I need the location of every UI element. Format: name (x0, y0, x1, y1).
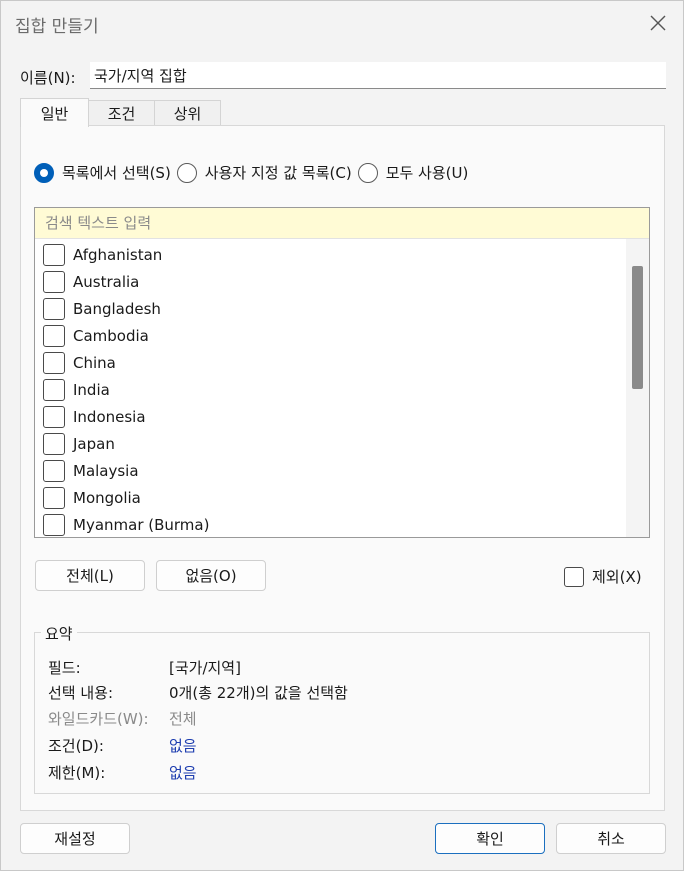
name-input[interactable] (90, 62, 666, 89)
item-checkbox[interactable] (43, 513, 65, 536)
item-label: Indonesia (73, 407, 146, 426)
list-item[interactable]: Bangladesh (43, 295, 623, 322)
item-checkbox[interactable] (43, 459, 65, 482)
item-checkbox[interactable] (43, 351, 65, 374)
radio-label: 사용자 지정 값 목록(C) (204, 164, 352, 182)
list-item[interactable]: Malaysia (43, 457, 623, 484)
title-bar: 집합 만들기 (1, 1, 683, 45)
item-checkbox[interactable] (43, 324, 65, 347)
item-checkbox[interactable] (43, 243, 65, 266)
list-item[interactable]: Cambodia (43, 322, 623, 349)
radio-label: 모두 사용(U) (385, 164, 469, 182)
search-input[interactable] (35, 208, 649, 239)
item-label: Mongolia (73, 488, 141, 507)
tab-top[interactable]: 상위 (154, 100, 221, 126)
summary-condition-label: 조건(D): (48, 737, 104, 755)
item-label: Bangladesh (73, 299, 161, 318)
item-label: China (73, 353, 116, 372)
item-checkbox[interactable] (43, 378, 65, 401)
list-item[interactable]: Indonesia (43, 403, 623, 430)
radio-circle (357, 162, 378, 183)
summary-selection-value: 0개(총 22개)의 값을 선택함 (169, 684, 348, 702)
scrollbar-thumb[interactable] (632, 266, 643, 389)
list-item[interactable]: Afghanistan (43, 241, 623, 268)
radio-use-all[interactable]: 모두 사용(U) (357, 162, 469, 183)
radio-circle (176, 162, 197, 183)
item-label: India (73, 380, 110, 399)
item-checkbox[interactable] (43, 405, 65, 428)
list-item[interactable]: China (43, 349, 623, 376)
close-icon (650, 15, 666, 31)
value-list: Afghanistan Australia Bangladesh Cambodi… (34, 207, 650, 538)
radio-custom-value-list[interactable]: 사용자 지정 값 목록(C) (176, 162, 352, 183)
item-label: Japan (73, 434, 115, 453)
summary-title: 요약 (41, 623, 77, 644)
radio-select-from-list[interactable]: 목록에서 선택(S) (34, 162, 171, 183)
exclude-checkbox[interactable]: 제외(X) (564, 566, 642, 587)
summary-limit-link[interactable]: 없음 (169, 762, 197, 783)
list-scrollbar[interactable] (626, 239, 649, 537)
reset-button[interactable]: 재설정 (20, 823, 130, 854)
cancel-button[interactable]: 취소 (556, 823, 666, 854)
item-label: Myanmar (Burma) (73, 515, 210, 534)
list-item[interactable]: Japan (43, 430, 623, 457)
list-item[interactable]: Mongolia (43, 484, 623, 511)
tab-general[interactable]: 일반 (20, 98, 89, 127)
dialog-title: 집합 만들기 (15, 17, 99, 37)
item-checkbox[interactable] (43, 270, 65, 293)
create-set-dialog: 집합 만들기 이름(N): 일반 조건 상위 목록에서 선택(S) 사용자 지정… (0, 0, 684, 871)
item-label: Afghanistan (73, 245, 163, 264)
close-button[interactable] (641, 9, 675, 37)
radio-circle (34, 162, 54, 183)
summary-field-value: [국가/지역] (169, 659, 241, 677)
summary-limit-label: 제한(M): (48, 764, 106, 782)
name-label: 이름(N): (20, 69, 76, 87)
summary-selection-label: 선택 내용: (48, 684, 114, 702)
exclude-checkbox-box[interactable] (564, 566, 584, 587)
select-none-button[interactable]: 없음(O) (156, 560, 266, 591)
tab-condition[interactable]: 조건 (88, 100, 155, 126)
item-checkbox[interactable] (43, 432, 65, 455)
value-items: Afghanistan Australia Bangladesh Cambodi… (43, 241, 623, 537)
item-checkbox[interactable] (43, 486, 65, 509)
item-label: Australia (73, 272, 140, 291)
ok-button[interactable]: 확인 (435, 823, 545, 854)
list-item[interactable]: Australia (43, 268, 623, 295)
exclude-label: 제외(X) (592, 568, 642, 586)
summary-condition-link[interactable]: 없음 (169, 735, 197, 756)
selection-mode-group: 목록에서 선택(S) 사용자 지정 값 목록(C) 모두 사용(U) (34, 162, 474, 183)
item-label: Malaysia (73, 461, 139, 480)
list-item[interactable]: India (43, 376, 623, 403)
summary-wildcard-value: 전체 (169, 710, 197, 728)
summary-field-label: 필드: (48, 659, 81, 677)
item-checkbox[interactable] (43, 297, 65, 320)
radio-label: 목록에서 선택(S) (62, 164, 171, 182)
item-label: Cambodia (73, 326, 149, 345)
summary-wildcard-label: 와일드카드(W): (48, 710, 149, 728)
select-all-button[interactable]: 전체(L) (35, 560, 145, 591)
list-item[interactable]: Myanmar (Burma) (43, 511, 623, 537)
